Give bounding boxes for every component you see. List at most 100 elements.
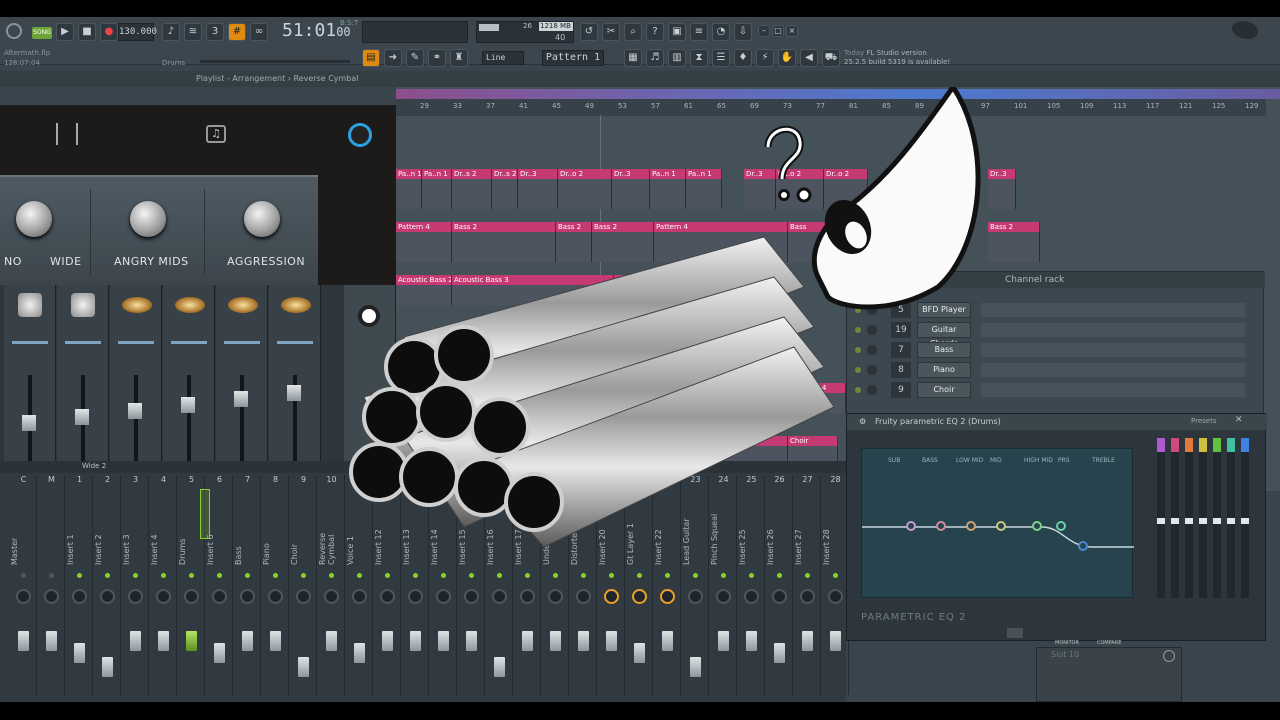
volume-fader[interactable] — [774, 643, 785, 663]
track-led[interactable] — [553, 573, 558, 578]
pan-knob[interactable] — [268, 589, 283, 604]
mixer-view-icon[interactable]: ≡ — [690, 23, 708, 41]
save-icon[interactable]: ▣ — [668, 23, 686, 41]
channel-number[interactable]: 8 — [891, 362, 911, 378]
volume-fader[interactable] — [75, 409, 89, 425]
pan-knob[interactable] — [632, 589, 647, 604]
volume-fader[interactable] — [128, 403, 142, 419]
channel-number[interactable]: 9 — [891, 382, 911, 398]
pan-knob[interactable] — [828, 589, 843, 604]
volume-fader[interactable] — [46, 631, 57, 651]
pan-slider[interactable] — [224, 341, 260, 344]
pan-knob[interactable] — [492, 589, 507, 604]
chat-icon[interactable]: ◔ — [712, 23, 730, 41]
playlist-clip[interactable]: Dr..o 2 — [558, 169, 612, 179]
close-icon[interactable]: × — [786, 25, 798, 37]
piano-roll-icon[interactable]: ♬ — [646, 49, 664, 67]
track-led[interactable] — [385, 573, 390, 578]
pan-knob[interactable] — [16, 589, 31, 604]
gear-icon[interactable]: ⚙ — [859, 417, 866, 426]
volume-fader[interactable] — [298, 657, 309, 677]
track-led[interactable] — [777, 573, 782, 578]
mixer-sliders-icon[interactable] — [56, 123, 78, 145]
volume-fader[interactable] — [494, 657, 505, 677]
fl-logo-icon[interactable] — [6, 23, 22, 39]
eq-node[interactable] — [966, 521, 976, 531]
pan-knob[interactable] — [44, 589, 59, 604]
volume-fader[interactable] — [578, 631, 589, 651]
pan-knob[interactable] — [128, 589, 143, 604]
volume-fader[interactable] — [718, 631, 729, 651]
link-icon[interactable]: ⚭ — [428, 49, 446, 67]
track-led[interactable] — [693, 573, 698, 578]
record-button[interactable]: ● — [100, 23, 118, 41]
volume-fader[interactable] — [102, 657, 113, 677]
volume-fader[interactable] — [830, 631, 841, 651]
volume-fader[interactable] — [242, 631, 253, 651]
track-led[interactable] — [609, 573, 614, 578]
pan-knob[interactable] — [240, 589, 255, 604]
undo-icon[interactable]: ↺ — [580, 23, 598, 41]
mixer-track[interactable]: 1 Insert 1 — [66, 475, 93, 695]
volume-fader[interactable] — [634, 643, 645, 663]
mixer-track[interactable]: 9 Choir — [290, 475, 317, 695]
playlist-clip[interactable]: Dr..3 — [518, 169, 558, 179]
eq-bypass-button[interactable] — [1007, 628, 1023, 638]
playlist-clip[interactable]: Pa..n 1 — [650, 169, 686, 179]
pan-knob[interactable] — [184, 589, 199, 604]
track-led[interactable] — [805, 573, 810, 578]
pan-knob[interactable] — [352, 589, 367, 604]
eq-band-handle[interactable] — [1185, 518, 1193, 524]
mixer-track[interactable]: C Master — [10, 475, 37, 695]
track-led[interactable] — [525, 573, 530, 578]
mic-icon[interactable]: ⌕ — [624, 23, 642, 41]
cart-icon[interactable]: ⛟ — [822, 49, 840, 67]
speaker-icon[interactable]: ◀ — [800, 49, 818, 67]
volume-fader[interactable] — [326, 631, 337, 651]
pan-knob[interactable] — [660, 589, 675, 604]
track-led[interactable] — [413, 573, 418, 578]
pan-knob[interactable] — [716, 589, 731, 604]
eq-node[interactable] — [996, 521, 1006, 531]
hint-panel[interactable]: Today FL Studio version 25.2.5 build 531… — [844, 49, 950, 67]
playlist-clip[interactable]: Pa..n 1 — [396, 169, 422, 179]
countdown-icon[interactable]: 3 — [206, 23, 224, 41]
volume-fader[interactable] — [354, 643, 365, 663]
cut-icon[interactable]: ✂ — [602, 23, 620, 41]
arrow-tool-icon[interactable]: ➜ — [384, 49, 402, 67]
eq-node[interactable] — [1056, 521, 1066, 531]
pan-knob[interactable] — [464, 589, 479, 604]
playlist-icon[interactable]: ▦ — [624, 49, 642, 67]
mixer-track[interactable]: 3 Insert 3 — [122, 475, 149, 695]
track-led[interactable] — [105, 573, 110, 578]
volume-fader[interactable] — [181, 397, 195, 413]
pan-knob[interactable] — [156, 589, 171, 604]
eq-band-handle[interactable] — [1213, 518, 1221, 524]
pan-knob[interactable] — [296, 589, 311, 604]
pan-knob[interactable] — [380, 589, 395, 604]
volume-fader[interactable] — [74, 643, 85, 663]
track-led[interactable] — [329, 573, 334, 578]
eq-graph[interactable]: SUB BASS LOW MID MID HIGH MID PRS TREBLE — [861, 448, 1134, 598]
pan-slider[interactable] — [277, 341, 313, 344]
pan-slider[interactable] — [118, 341, 154, 344]
volume-fader[interactable] — [18, 631, 29, 651]
mixer-track[interactable]: 10 Reverse Cymbal — [318, 475, 345, 695]
playlist-clip[interactable]: Pa..n 1 — [422, 169, 452, 179]
wait-input-icon[interactable]: ≋ — [184, 23, 202, 41]
volume-fader[interactable] — [22, 415, 36, 431]
pan-knob[interactable] — [744, 589, 759, 604]
channel-pan-knob[interactable] — [867, 385, 877, 395]
plug-icon[interactable]: ⚡ — [756, 49, 774, 67]
track-led[interactable] — [833, 573, 838, 578]
volume-fader[interactable] — [466, 631, 477, 651]
mixer-track[interactable]: M — [38, 475, 65, 695]
loop-record-icon[interactable]: ∞ — [250, 23, 268, 41]
minimize-icon[interactable]: – — [758, 25, 770, 37]
volume-fader[interactable] — [662, 631, 673, 651]
mixer-track[interactable]: 8 Piano — [262, 475, 289, 695]
pan-knob[interactable] — [324, 589, 339, 604]
volume-fader[interactable] — [410, 631, 421, 651]
channel-rack-icon[interactable]: ▥ — [668, 49, 686, 67]
song-mode-icon[interactable]: SONG — [32, 27, 52, 39]
